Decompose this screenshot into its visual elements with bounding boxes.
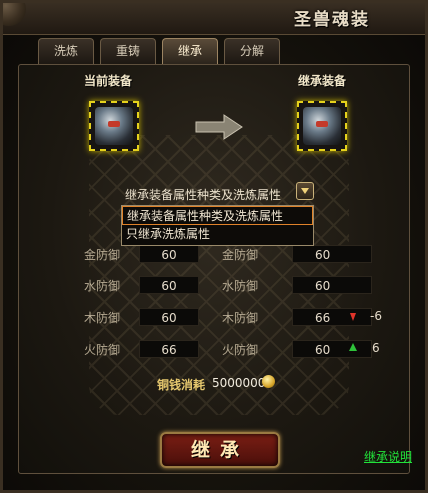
beast-armor-icon bbox=[95, 107, 133, 145]
current-equip-label: 当前装备 bbox=[84, 74, 133, 88]
inherit-stat-value: 60 bbox=[292, 276, 372, 294]
stat-label: 水防御 bbox=[221, 279, 258, 293]
inherit-equip-slot[interactable] bbox=[297, 101, 347, 151]
inherit-mode-menu: 继承装备属性种类及洗炼属性 只继承洗炼属性 bbox=[121, 205, 314, 246]
current-stat-value: 60 bbox=[139, 308, 199, 326]
inherit-button[interactable]: 继承 bbox=[160, 432, 280, 468]
stat-diff: 6 bbox=[372, 341, 380, 355]
inherit-equip-label: 继承装备 bbox=[298, 74, 347, 88]
tab-decompose[interactable]: 分解 bbox=[224, 38, 280, 64]
stat-label: 木防御 bbox=[221, 311, 258, 325]
copper-coin-icon bbox=[262, 375, 275, 388]
arrow-down-icon bbox=[350, 313, 356, 321]
cost-value: 5000000 bbox=[212, 376, 266, 390]
stat-label: 火防御 bbox=[221, 343, 258, 357]
current-stat-value: 60 bbox=[139, 276, 199, 294]
stat-label: 金防御 bbox=[221, 248, 258, 262]
current-stat-value: 60 bbox=[139, 245, 199, 263]
menu-option-full-inherit[interactable]: 继承装备属性种类及洗炼属性 bbox=[122, 206, 313, 225]
menu-option-refine-only[interactable]: 只继承洗炼属性 bbox=[122, 225, 313, 244]
current-equip-slot[interactable] bbox=[89, 101, 139, 151]
beast-armor-icon bbox=[303, 107, 341, 145]
tab-refine[interactable]: 洗炼 bbox=[38, 38, 94, 64]
arrow-up-icon bbox=[349, 343, 357, 351]
stat-label: 金防御 bbox=[83, 248, 120, 262]
inherit-stat-value: 60 bbox=[292, 245, 372, 263]
cost-label: 铜钱消耗 bbox=[157, 378, 206, 392]
beast-equip-window: 圣兽魂装 洗炼 重铸 继承 分解 当前装备 继承装备 继承装备属性种类及洗炼属性… bbox=[0, 0, 428, 493]
window-title: 圣兽魂装 bbox=[294, 10, 370, 30]
inherit-mode-selected[interactable]: 继承装备属性种类及洗炼属性 bbox=[125, 186, 281, 203]
inherit-stat-value: 60 bbox=[292, 340, 372, 358]
stat-label: 火防御 bbox=[83, 343, 120, 357]
arrow-right-icon bbox=[195, 114, 243, 140]
stat-diff: -6 bbox=[370, 309, 382, 323]
tab-inherit[interactable]: 继承 bbox=[162, 38, 218, 64]
chevron-down-icon bbox=[301, 188, 309, 194]
current-stat-value: 66 bbox=[139, 340, 199, 358]
stat-label: 木防御 bbox=[83, 311, 120, 325]
inherit-help-link[interactable]: 继承说明 bbox=[364, 448, 412, 465]
background-ornament bbox=[89, 135, 349, 415]
title-bar: 圣兽魂装 bbox=[0, 0, 428, 35]
inherit-stat-value: 66 bbox=[292, 308, 372, 326]
dropdown-toggle-button[interactable] bbox=[296, 182, 314, 200]
stat-label: 水防御 bbox=[83, 279, 120, 293]
tab-recast[interactable]: 重铸 bbox=[100, 38, 156, 64]
